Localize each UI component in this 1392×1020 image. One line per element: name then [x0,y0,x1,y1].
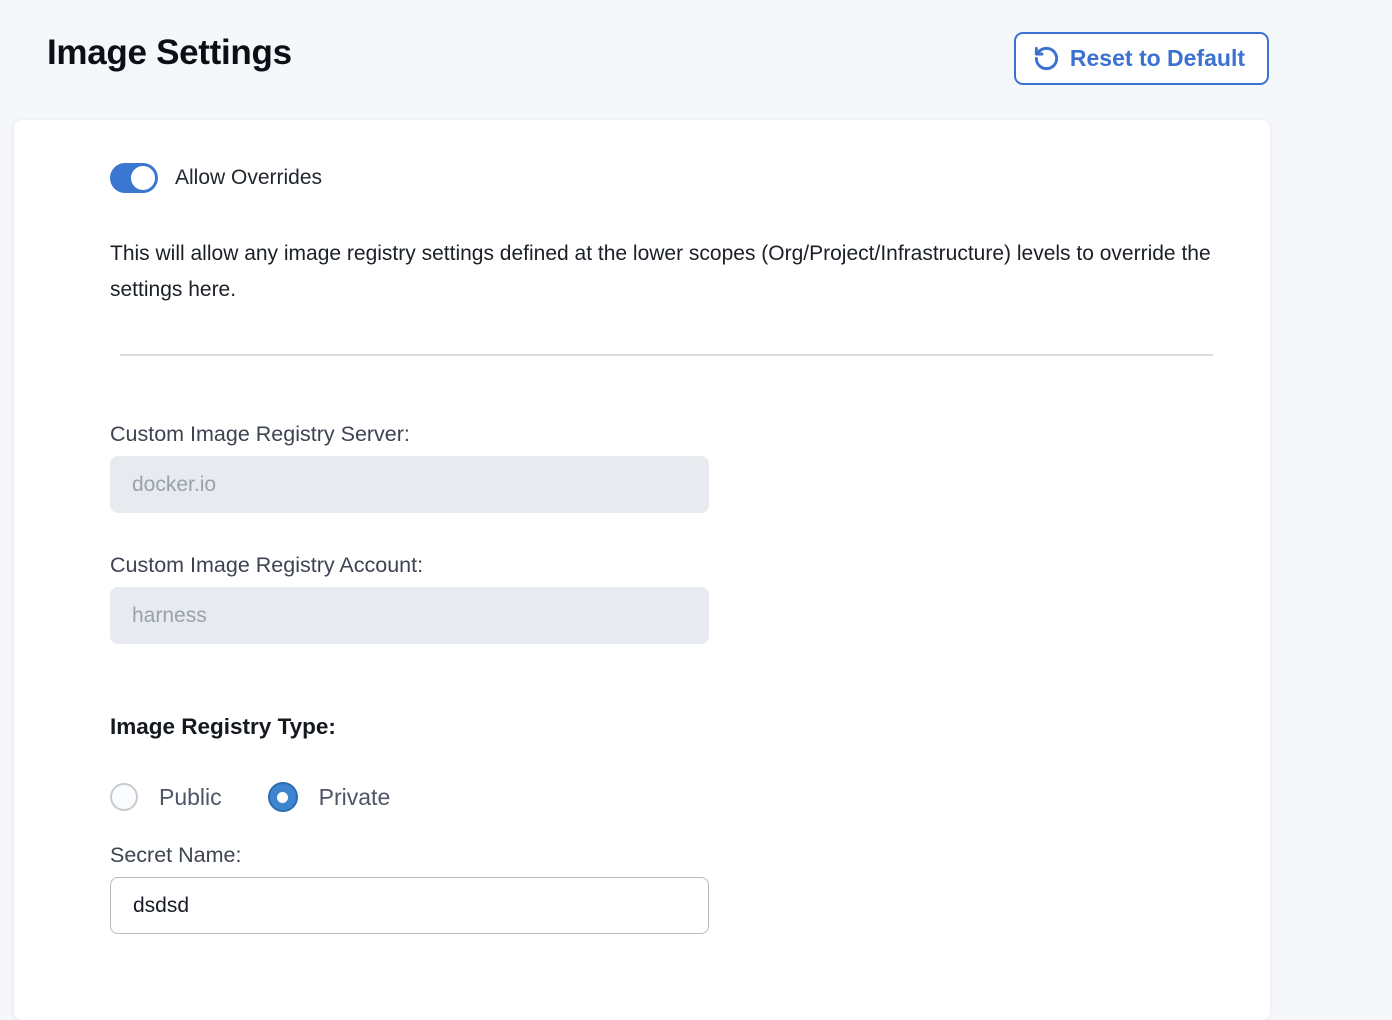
toggle-knob [131,166,155,190]
image-settings-page: Image Settings Reset to Default Allow Ov… [0,0,1392,1020]
reset-to-default-button[interactable]: Reset to Default [1014,32,1269,85]
public-radio-label: Public [159,784,222,811]
radio-option-private[interactable]: Private [268,782,391,812]
registry-account-field: Custom Image Registry Account: [110,553,1220,644]
rotate-ccw-icon [1033,45,1060,72]
overrides-description: This will allow any image registry setti… [110,236,1220,308]
secret-name-input[interactable] [110,877,709,934]
registry-server-input[interactable] [110,456,709,513]
radio-option-public[interactable]: Public [110,783,222,811]
secret-name-field: Secret Name: [110,843,1220,934]
private-radio-label: Private [319,784,391,811]
registry-server-field: Custom Image Registry Server: [110,422,1220,513]
public-radio-icon [110,783,138,811]
allow-overrides-toggle[interactable] [110,163,158,193]
allow-overrides-label: Allow Overrides [175,166,322,190]
section-divider [120,354,1213,356]
private-radio-icon [268,782,298,812]
allow-overrides-row: Allow Overrides [110,163,1220,193]
registry-type-label: Image Registry Type: [110,714,1220,740]
reset-button-label: Reset to Default [1070,45,1245,72]
registry-type-radio-group: Public Private [110,782,1220,812]
page-title: Image Settings [47,33,292,73]
registry-account-input[interactable] [110,587,709,644]
settings-card: Allow Overrides This will allow any imag… [14,120,1270,1020]
secret-name-label: Secret Name: [110,843,1220,868]
registry-account-label: Custom Image Registry Account: [110,553,1220,578]
registry-server-label: Custom Image Registry Server: [110,422,1220,447]
page-header: Image Settings Reset to Default [0,0,1392,120]
